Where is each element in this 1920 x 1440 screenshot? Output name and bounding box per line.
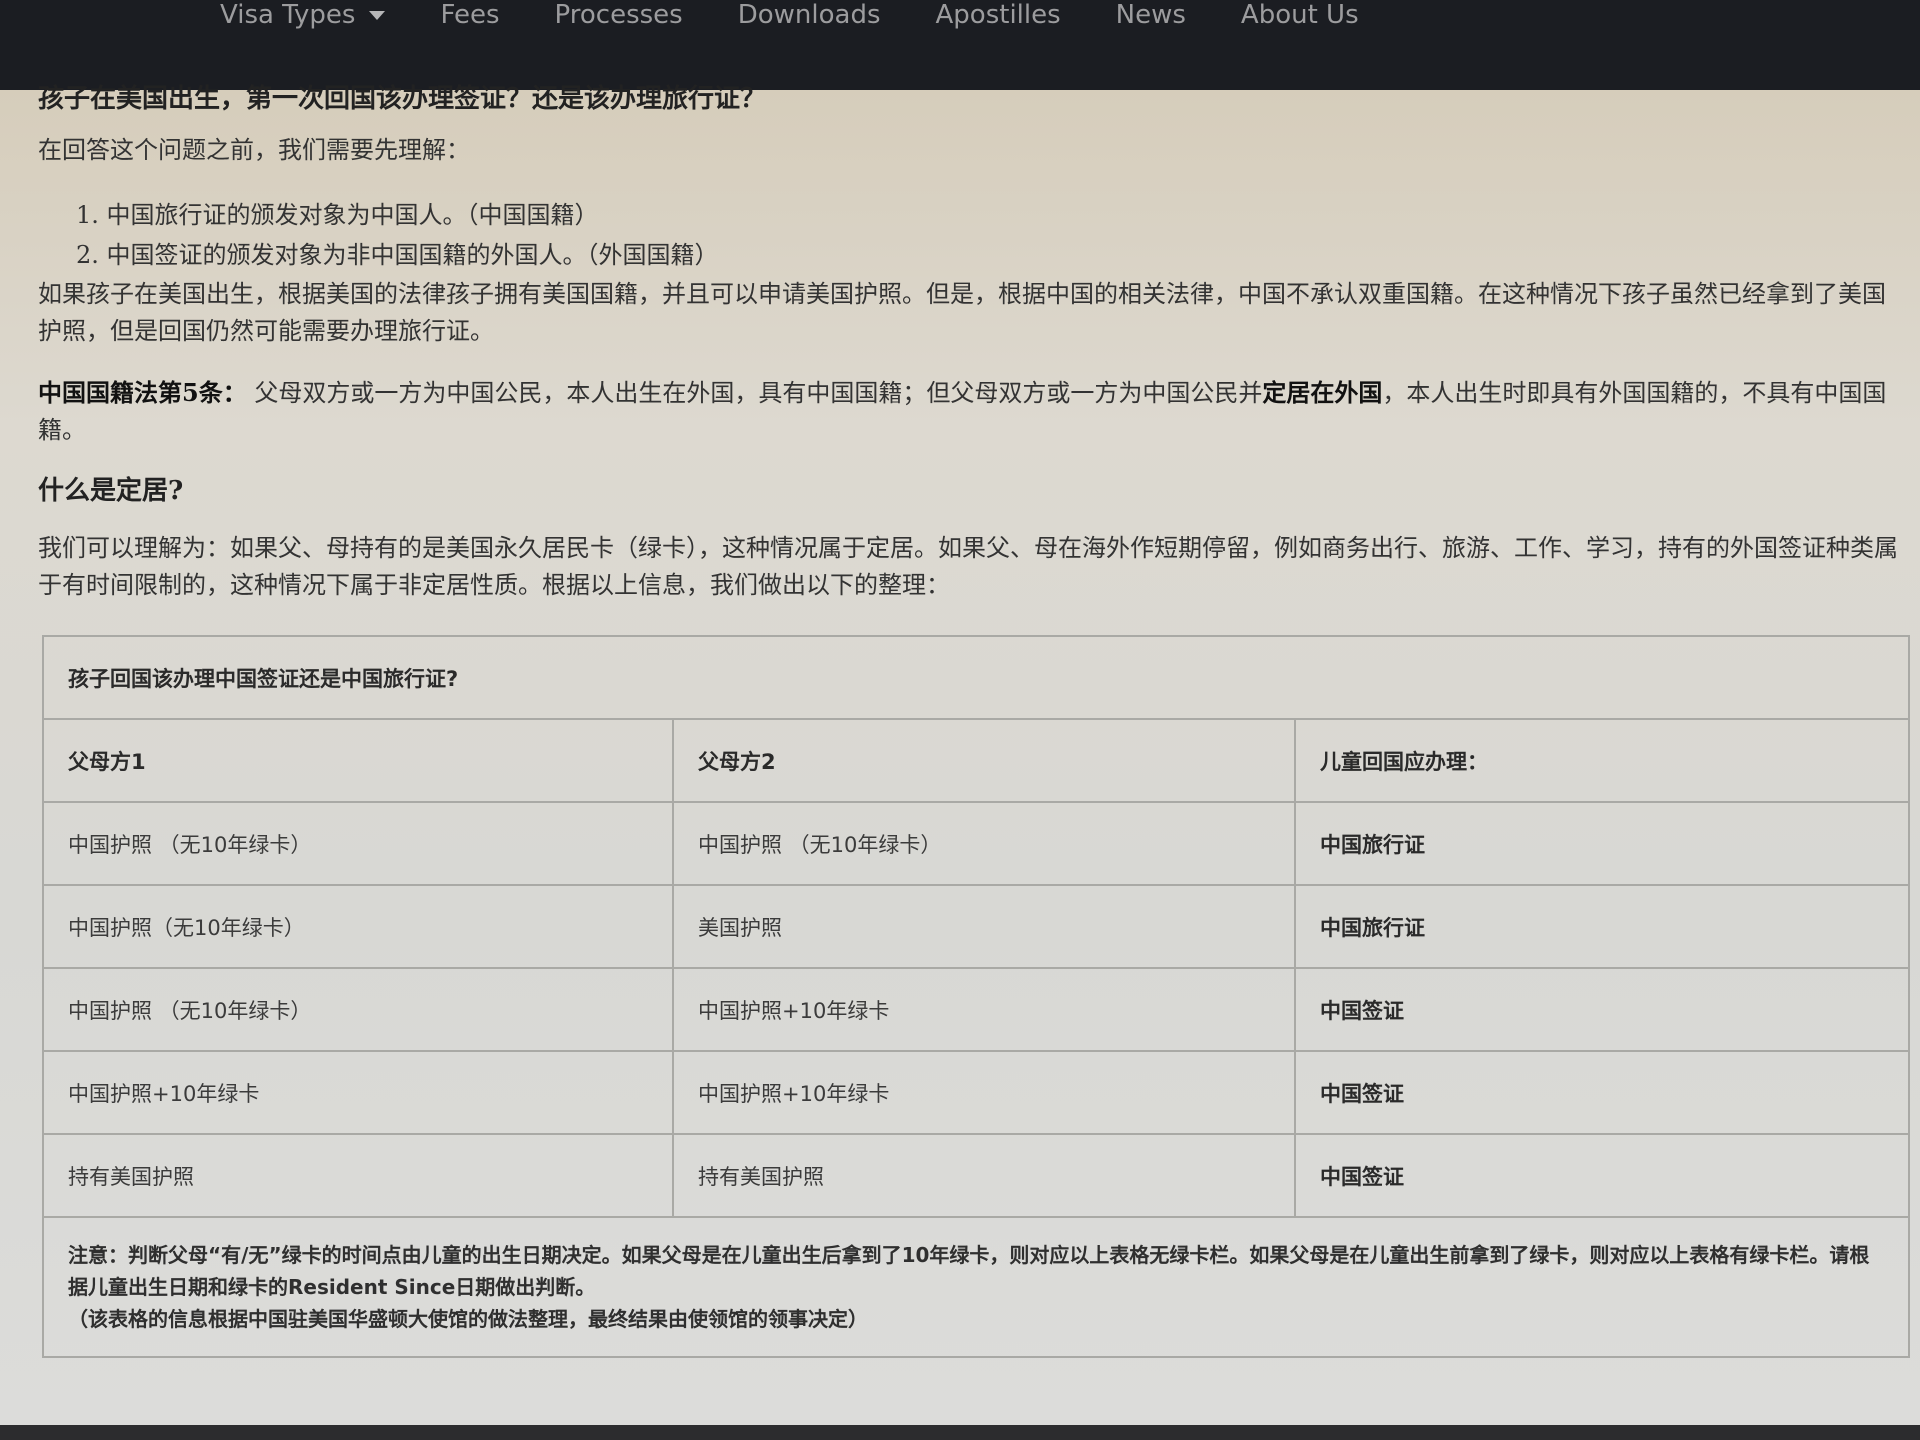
nav-item-label: About Us [1240,0,1359,30]
law-emphasis: 定居在外国 [1262,378,1383,407]
nav-item-processes[interactable]: Processes [555,0,683,30]
table-cell: 中国护照 （无10年绿卡） [672,801,1296,886]
table-row: 持有美国护照 持有美国护照 中国签证 [42,1133,1910,1218]
column-header-parent1: 父母方1 [42,718,674,803]
section-heading: 什么是定居? [38,476,184,506]
table-cell-result: 中国旅行证 [1294,801,1910,886]
nav-item-apostilles[interactable]: Apostilles [936,0,1061,30]
nationality-law-paragraph: 中国国籍法第5条： 父母双方或一方为中国公民，本人出生在外国，具有中国国籍；但父… [38,374,1898,449]
list-item: 2. 中国签证的颁发对象为非中国国籍的外国人。（外国国籍） [76,235,719,275]
nav-item-downloads[interactable]: Downloads [738,0,881,30]
list-number: 1. [76,201,99,229]
table-cell: 中国护照（无10年绿卡） [42,884,674,969]
article-content: 孩子在美国出生，第一次回国该办理签证？还是该办理旅行证？ 在回答这个问题之前，我… [0,84,1920,1440]
nav-item-visa-types[interactable]: Visa Types [220,0,386,30]
document-requirement-table: 孩子回国该办理中国签证还是中国旅行证? 父母方1 父母方2 儿童回国应办理： 中… [42,635,1910,1358]
table-cell-result: 中国签证 [1294,1050,1910,1135]
table-caption-row: 孩子回国该办理中国签证还是中国旅行证? [42,635,1910,720]
bottom-bar [0,1425,1920,1440]
nav-item-label: News [1115,0,1186,30]
table-cell-result: 中国签证 [1294,967,1910,1052]
nav-menu: Visa Types Fees Processes Downloads Apos… [220,0,1359,30]
intro-text: 在回答这个问题之前，我们需要先理解： [38,136,470,164]
settlement-paragraph: 我们可以理解为：如果父、母持有的是美国永久居民卡（绿卡），这种情况属于定居。如果… [38,534,1898,599]
list-item-text: 中国签证的颁发对象为非中国国籍的外国人。（外国国籍） [106,241,719,269]
nav-item-label: Apostilles [935,0,1061,30]
table-cell-result: 中国旅行证 [1294,884,1910,969]
table-cell: 中国护照 （无10年绿卡） [42,801,674,886]
table-note-row: 注意：判断父母“有/无”绿卡的时间点由儿童的出生日期决定。如果父母是在儿童出生后… [42,1216,1910,1358]
definition-list: 1. 中国旅行证的颁发对象为中国人。（中国国籍） 2. 中国签证的颁发对象为非中… [76,195,719,275]
article-heading: 孩子在美国出生，第一次回国该办理签证？还是该办理旅行证？ [38,84,767,114]
nav-item-label: Visa Types [220,0,356,30]
nav-item-label: Processes [554,0,683,30]
table-cell: 持有美国护照 [42,1133,674,1218]
column-header-parent2: 父母方2 [672,718,1296,803]
nav-item-label: Fees [440,0,500,30]
chevron-down-icon[interactable] [369,10,386,20]
table-cell: 持有美国护照 [672,1133,1296,1218]
list-item: 1. 中国旅行证的颁发对象为中国人。（中国国籍） [76,195,719,235]
list-item-text: 中国旅行证的颁发对象为中国人。（中国国籍） [106,201,599,229]
table-note: 注意：判断父母“有/无”绿卡的时间点由儿童的出生日期决定。如果父母是在儿童出生后… [42,1216,1910,1358]
nav-item-label: Downloads [737,0,881,30]
table-caption: 孩子回国该办理中国签证还是中国旅行证? [42,635,1910,720]
explanation-paragraph: 如果孩子在美国出生，根据美国的法律孩子拥有美国国籍，并且可以申请美国护照。但是，… [38,280,1886,345]
law-text: 父母双方或一方为中国公民，本人出生在外国，具有中国国籍；但父母双方或一方为中国公… [254,379,1263,407]
table-cell-result: 中国签证 [1294,1133,1910,1218]
nav-item-news[interactable]: News [1116,0,1186,30]
table-cell: 中国护照+10年绿卡 [42,1050,674,1135]
table-row: 中国护照（无10年绿卡） 美国护照 中国旅行证 [42,884,1910,969]
column-header-result: 儿童回国应办理： [1294,718,1910,803]
table-row: 中国护照+10年绿卡 中国护照+10年绿卡 中国签证 [42,1050,1910,1135]
law-label: 中国国籍法第5条： [38,378,247,407]
top-navigation-bar: Visa Types Fees Processes Downloads Apos… [0,0,1920,90]
list-number: 2. [76,241,99,269]
table-cell: 中国护照 （无10年绿卡） [42,967,674,1052]
note-disclaimer: （该表格的信息根据中国驻美国华盛顿大使馆的做法整理，最终结果由使领馆的领事决定） [68,1307,868,1331]
table-cell: 中国护照+10年绿卡 [672,1050,1296,1135]
table-row: 中国护照 （无10年绿卡） 中国护照+10年绿卡 中国签证 [42,967,1910,1052]
nav-item-fees[interactable]: Fees [440,0,499,30]
table-header-row: 父母方1 父母方2 儿童回国应办理： [42,718,1910,803]
table-cell: 中国护照+10年绿卡 [672,967,1296,1052]
note-text: 注意：判断父母“有/无”绿卡的时间点由儿童的出生日期决定。如果父母是在儿童出生后… [68,1243,1870,1299]
table-row: 中国护照 （无10年绿卡） 中国护照 （无10年绿卡） 中国旅行证 [42,801,1910,886]
nav-item-about-us[interactable]: About Us [1241,0,1359,30]
table-cell: 美国护照 [672,884,1296,969]
